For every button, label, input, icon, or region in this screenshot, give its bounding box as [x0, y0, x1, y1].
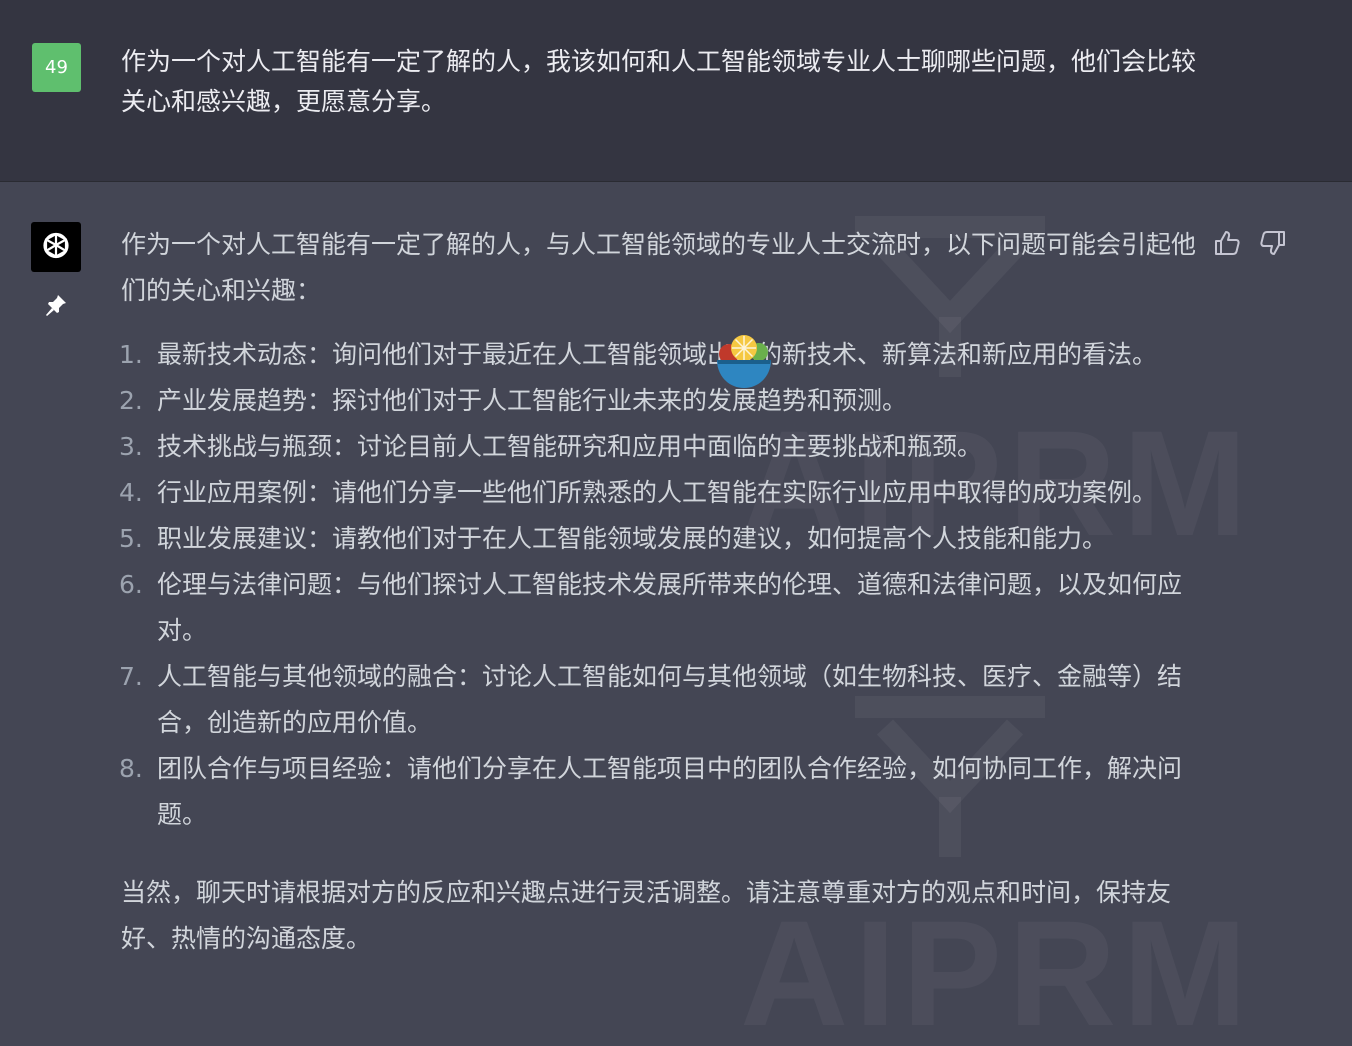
- list-item-text: 伦理与法律问题：与他们探讨人工智能技术发展所带来的伦理、道德和法律问题，以及如何…: [157, 570, 1183, 645]
- assistant-outro: 当然，聊天时请根据对方的反应和兴趣点进行灵活调整。请注意尊重对方的观点和时间，保…: [121, 878, 1172, 953]
- assistant-intro: 作为一个对人工智能有一定了解的人，与人工智能领域的专业人士交流时，以下问题可能会…: [121, 230, 1197, 305]
- assistant-message-content: 作为一个对人工智能有一定了解的人，与人工智能领域的专业人士交流时，以下问题可能会…: [119, 222, 1201, 962]
- thumbs-down-icon[interactable]: [1258, 228, 1288, 258]
- user-avatar-label: 49: [45, 57, 68, 78]
- list-item: 3. 技术挑战与瓶颈：讨论目前人工智能研究和应用中面临的主要挑战和瓶颈。: [119, 424, 1201, 470]
- list-item-number: 7.: [119, 662, 143, 691]
- list-item-number: 2.: [119, 386, 143, 415]
- answer-list: 1. 最新技术动态：询问他们对于最近在人工智能领域出现的新技术、新算法和新应用的看…: [119, 332, 1201, 838]
- list-item: 6. 伦理与法律问题：与他们探讨人工智能技术发展所带来的伦理、道德和法律问题，以及…: [119, 562, 1201, 654]
- openai-logo-icon: [31, 222, 81, 272]
- list-item-number: 6.: [119, 570, 143, 599]
- list-item: 4. 行业应用案例：请他们分享一些他们所熟悉的人工智能在实际行业应用中取得的成功案…: [119, 470, 1201, 516]
- list-item: 1. 最新技术动态：询问他们对于最近在人工智能领域出现的新技术、新算法和新应用的看…: [119, 332, 1201, 378]
- list-item: 5. 职业发展建议：请教他们对于在人工智能领域发展的建议，如何提高个人技能和能力。: [119, 516, 1201, 562]
- list-item-number: 5.: [119, 524, 143, 553]
- list-item: 7. 人工智能与其他领域的融合：讨论人工智能如何与其他领域（如生物科技、医疗、金融…: [119, 654, 1201, 746]
- user-message-text: 作为一个对人工智能有一定了解的人，我该如何和人工智能领域专业人士聊哪些问题，他们…: [121, 47, 1197, 116]
- thumbs-up-icon[interactable]: [1212, 228, 1242, 258]
- pin-icon[interactable]: [43, 292, 69, 318]
- salad-bowl-icon: [717, 335, 771, 388]
- list-item-text: 最新技术动态：询问他们对于最近在人工智能领域出现的新技术、新算法和新应用的看法。: [157, 340, 1158, 369]
- list-item-text: 职业发展建议：请教他们对于在人工智能领域发展的建议，如何提高个人技能和能力。: [157, 524, 1108, 553]
- list-item: 8. 团队合作与项目经验：请他们分享在人工智能项目中的团队合作经验，如何协同工作，…: [119, 746, 1201, 838]
- list-item-number: 4.: [119, 478, 143, 507]
- list-item-number: 3.: [119, 432, 143, 461]
- list-item-number: 8.: [119, 754, 143, 783]
- list-item: 2. 产业发展趋势：探讨他们对于人工智能行业未来的发展趋势和预测。: [119, 378, 1201, 424]
- list-item-text: 产业发展趋势：探讨他们对于人工智能行业未来的发展趋势和预测。: [157, 386, 908, 415]
- list-item-text: 技术挑战与瓶颈：讨论目前人工智能研究和应用中面临的主要挑战和瓶颈。: [157, 432, 983, 461]
- list-item-text: 团队合作与项目经验：请他们分享在人工智能项目中的团队合作经验，如何协同工作，解决…: [157, 754, 1183, 829]
- list-item-text: 人工智能与其他领域的融合：讨论人工智能如何与其他领域（如生物科技、医疗、金融等）…: [157, 662, 1183, 737]
- list-item-text: 行业应用案例：请他们分享一些他们所熟悉的人工智能在实际行业应用中取得的成功案例。: [157, 478, 1158, 507]
- assistant-message: AIPRM AIPRM 作: [0, 182, 1352, 1046]
- user-avatar: 49: [32, 43, 81, 92]
- list-item-number: 1.: [119, 340, 143, 369]
- user-message: 49 作为一个对人工智能有一定了解的人，我该如何和人工智能领域专业人士聊哪些问题…: [0, 0, 1352, 182]
